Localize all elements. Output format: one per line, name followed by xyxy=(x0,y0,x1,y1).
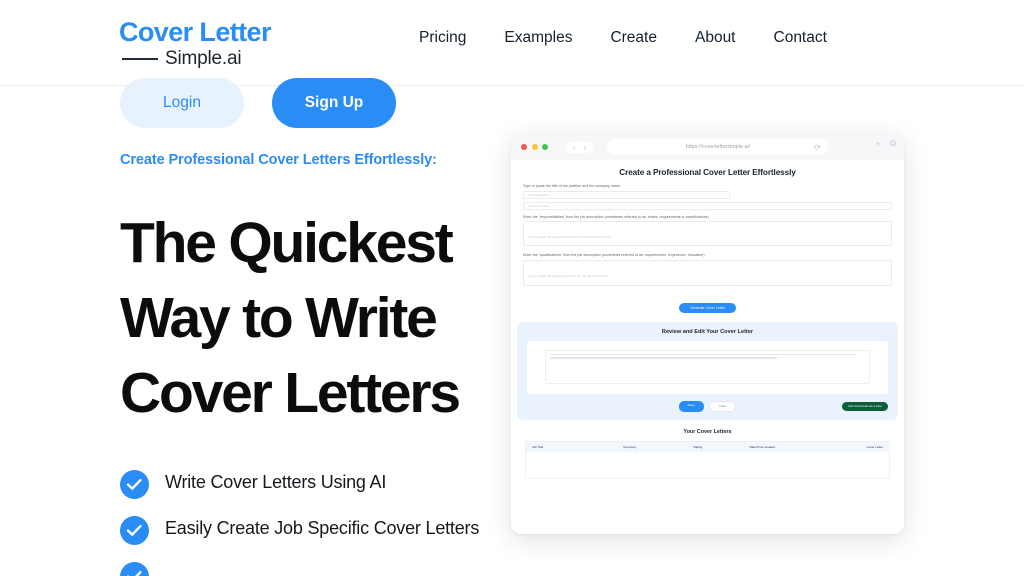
url-text: https://coverlettersimple.ai/ xyxy=(685,143,751,150)
brand-logo-primary: Cover Letter xyxy=(119,17,271,47)
mock-save-button: Save xyxy=(678,400,704,412)
mock-page-body: Create a Professional Cover Letter Effor… xyxy=(511,160,904,534)
mock-col-job-title: Job Title xyxy=(532,444,544,449)
reload-icon: ⟳ xyxy=(814,143,821,152)
new-tab-icon: + xyxy=(875,138,881,149)
check-circle-icon xyxy=(120,516,149,545)
mock-review-section: Review and Edit Your Cover Letter Save C… xyxy=(517,321,898,420)
tabs-icon: ⧉ xyxy=(889,138,896,148)
hero-headline: The Quickest Way to Write Cover Letters xyxy=(120,206,480,431)
mock-textarea-responsibilities: Type or paste the responsibilities from … xyxy=(523,221,892,246)
mock-input-company: Company name xyxy=(523,201,892,210)
mock-download-button: Get Download as a Doc xyxy=(842,401,888,411)
check-circle-icon xyxy=(120,562,149,576)
mock-review-card xyxy=(527,340,888,394)
mock-placeholder-qualifications: Type or paste the qualifications from th… xyxy=(528,273,611,278)
mock-review-buttons: Save Clear Get Download as a Doc xyxy=(527,400,888,412)
browser-chrome-actions: + ⧉ xyxy=(875,138,896,149)
hero-headline-line-1: The Quickest xyxy=(120,211,454,275)
brand-logo[interactable]: Cover Letter Simple.ai xyxy=(119,17,299,70)
minimize-yellow-icon xyxy=(531,144,538,150)
mock-generate-button: Generate Cover Letter xyxy=(679,302,736,313)
mock-table-body xyxy=(526,451,889,478)
mock-review-title: Review and Edit Your Cover Letter xyxy=(661,328,754,335)
mock-review-textarea xyxy=(545,349,870,384)
mock-text-line xyxy=(550,357,777,359)
nav-item-contact[interactable]: Contact xyxy=(755,29,846,47)
main-navigation: Pricing Examples Create About Contact xyxy=(400,29,846,47)
feature-label: Write Cover Letters Using AI xyxy=(165,472,387,492)
mock-label-position: Type or paste the title of the position … xyxy=(523,184,621,188)
mock-table: Job Title Company Rating Date/Time Creat… xyxy=(525,440,890,479)
mock-text-line xyxy=(550,353,856,356)
nav-item-about[interactable]: About xyxy=(676,29,755,47)
nav-item-examples[interactable]: Examples xyxy=(485,29,591,47)
check-circle-icon xyxy=(120,470,149,499)
close-red-icon xyxy=(521,144,527,150)
mock-table-section: Your Cover Letters Job Title Company Rat… xyxy=(511,420,904,479)
maximize-green-icon xyxy=(542,144,548,150)
mock-label-qualifications: Enter the "qualifications" from the job … xyxy=(523,253,705,257)
nav-item-pricing[interactable]: Pricing xyxy=(400,29,485,47)
mock-col-company: Company xyxy=(623,444,637,449)
list-item: Easily Create Job Specific Cover Letters xyxy=(120,515,480,545)
feature-label: Easily Create Job Specific Cover Letters xyxy=(165,518,480,538)
signup-button[interactable]: Sign Up xyxy=(272,78,396,128)
browser-url-bar: https://coverlettersimple.ai/ ⟳ xyxy=(607,139,829,154)
browser-chrome: ‹ › https://coverlettersimple.ai/ ⟳ + ⧉ xyxy=(511,134,904,160)
hero-headline-line-2: Way to Write xyxy=(120,286,438,350)
site-header: Cover Letter Simple.ai Pricing Examples … xyxy=(0,0,1024,86)
back-arrow-icon: ‹ xyxy=(573,142,576,152)
mock-form-section: Create a Professional Cover Letter Effor… xyxy=(511,160,904,322)
mock-col-rating: Rating xyxy=(693,444,703,449)
mock-label-responsibilities: Enter the "responsibilities" from the jo… xyxy=(523,214,709,219)
mock-col-date: Date/Time Created xyxy=(749,444,775,449)
mock-input-position: Job title/position xyxy=(523,190,730,199)
mock-generate-row: Generate Cover Letter xyxy=(523,293,892,322)
mock-placeholder-responsibilities: Type or paste the responsibilities from … xyxy=(528,235,614,239)
login-button[interactable]: Login xyxy=(120,78,244,128)
list-item: Write Cover Letters Using AI xyxy=(120,469,480,499)
list-item xyxy=(120,561,480,576)
product-screenshot-mockup: ‹ › https://coverlettersimple.ai/ ⟳ + ⧉ … xyxy=(511,134,904,534)
mock-placeholder-position: Job title/position xyxy=(528,192,550,197)
feature-list: Write Cover Letters Using AI Easily Crea… xyxy=(120,469,480,576)
traffic-lights xyxy=(521,144,548,150)
mock-table-header-row: Job Title Company Rating Date/Time Creat… xyxy=(526,441,889,452)
forward-arrow-icon: › xyxy=(583,142,587,152)
browser-nav-buttons: ‹ › xyxy=(566,141,594,153)
mock-col-cover-letter: Cover Letter xyxy=(866,444,883,449)
mock-table-title: Your Cover Letters xyxy=(683,428,732,435)
mock-placeholder-company: Company name xyxy=(528,203,550,208)
mock-clear-button: Clear xyxy=(708,400,737,412)
hero-headline-line-3: Cover Letters xyxy=(120,361,461,425)
mock-form-title: Create a Professional Cover Letter Effor… xyxy=(619,168,796,177)
hero-eyebrow: Create Professional Cover Letters Effort… xyxy=(120,152,437,168)
auth-buttons: Login Sign Up xyxy=(120,78,396,128)
brand-logo-rule xyxy=(122,58,158,60)
nav-item-create[interactable]: Create xyxy=(591,29,676,47)
hero-content: Create Professional Cover Letters Effort… xyxy=(120,150,480,576)
mock-textarea-qualifications: Type or paste the qualifications from th… xyxy=(523,259,892,286)
brand-logo-secondary: Simple.ai xyxy=(165,48,242,69)
landing-page: Cover Letter Simple.ai Pricing Examples … xyxy=(0,0,1024,576)
